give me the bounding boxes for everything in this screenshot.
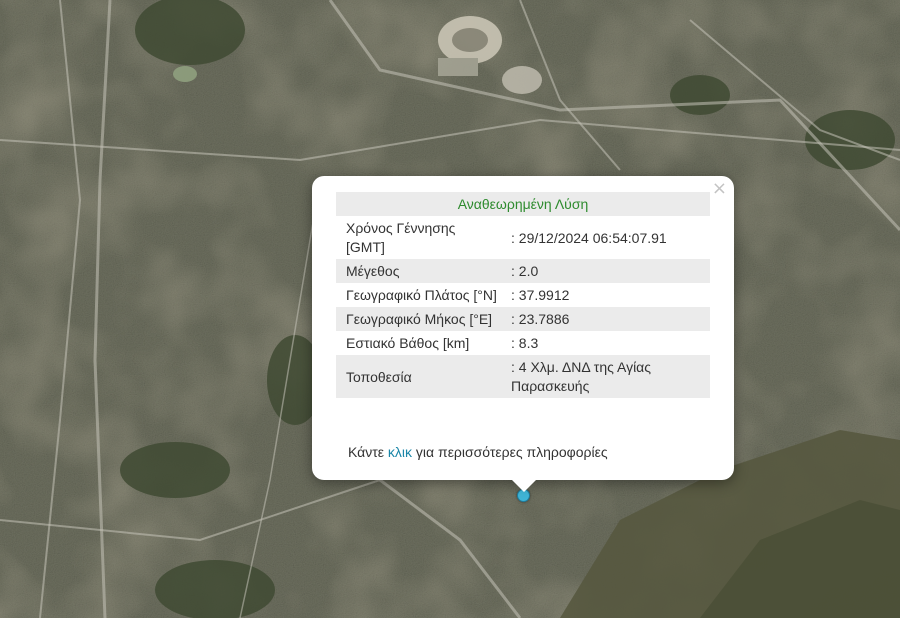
row-value: : 37.9912: [511, 287, 570, 303]
row-label: Γεωγραφικό Μήκος [°E]: [336, 307, 503, 331]
row-label: Χρόνος Γέννησης [GMT]: [346, 220, 456, 255]
row-value: : 29/12/2024 06:54:07.91: [511, 229, 667, 246]
info-row-magnitude: Μέγεθος : 2.0: [336, 259, 710, 283]
info-row-longitude: Γεωγραφικό Μήκος [°E] : 23.7886: [336, 307, 710, 331]
row-label: Τοποθεσία: [336, 355, 503, 398]
row-value: : 8.3: [511, 335, 539, 351]
more-info-link[interactable]: κλικ: [388, 444, 412, 460]
row-value: : 2.0: [503, 259, 710, 283]
earthquake-info-table: Αναθεωρημένη Λύση Χρόνος Γέννησης [GMT] …: [336, 192, 710, 398]
info-row-location: Τοποθεσία : 4 Χλμ. ΔΝΔ της Αγίας Παρασκε…: [336, 355, 710, 398]
row-value: : 4 Χλμ. ΔΝΔ της Αγίας Παρασκευής: [503, 355, 710, 398]
row-value: : 23.7886: [503, 307, 710, 331]
row-label: Γεωγραφικό Πλάτος [°N]: [346, 287, 497, 303]
row-label: Εστιακό Βάθος [km]: [346, 335, 470, 351]
row-label: Μέγεθος: [336, 259, 503, 283]
info-row-depth: Εστιακό Βάθος [km] : 8.3: [336, 331, 710, 355]
popup-tip: [512, 480, 536, 492]
more-info-prefix: Κάντε: [348, 444, 388, 460]
info-row-latitude: Γεωγραφικό Πλάτος [°N] : 37.9912: [336, 283, 710, 307]
close-icon[interactable]: ×: [712, 179, 727, 199]
more-info-suffix: για περισσότερες πληροφορίες: [412, 444, 608, 460]
more-info-text: Κάντε κλικ για περισσότερες πληροφορίες: [348, 444, 608, 460]
earthquake-info-popup: × Αναθεωρημένη Λύση Χρόνος Γέννησης [GMT…: [312, 176, 734, 492]
info-row-origin-time: Χρόνος Γέννησης [GMT] : 29/12/2024 06:54…: [336, 216, 710, 259]
popup-title: Αναθεωρημένη Λύση: [336, 192, 710, 216]
